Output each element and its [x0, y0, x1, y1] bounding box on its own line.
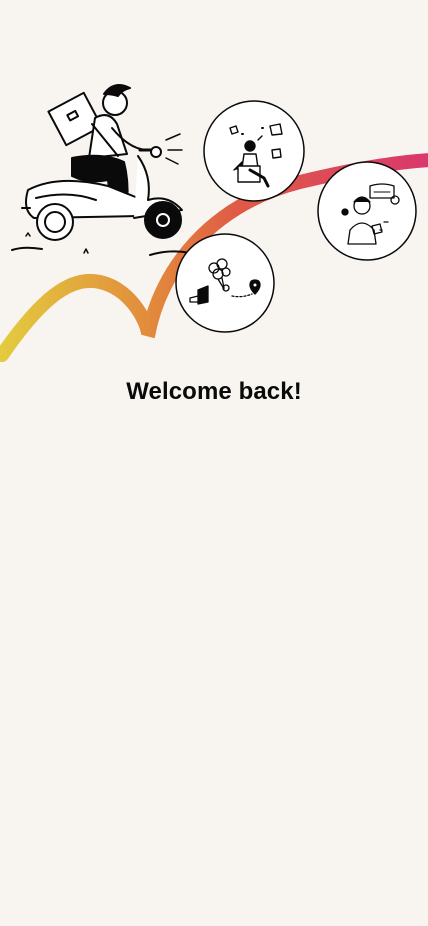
shopping-person-illustration — [203, 100, 305, 202]
delivery-scooter-illustration — [11, 84, 191, 256]
balloons-location-illustration — [175, 233, 275, 333]
finance-person-illustration — [317, 161, 417, 261]
hero-illustration — [0, 0, 428, 380]
welcome-title: Welcome back! — [126, 378, 302, 405]
